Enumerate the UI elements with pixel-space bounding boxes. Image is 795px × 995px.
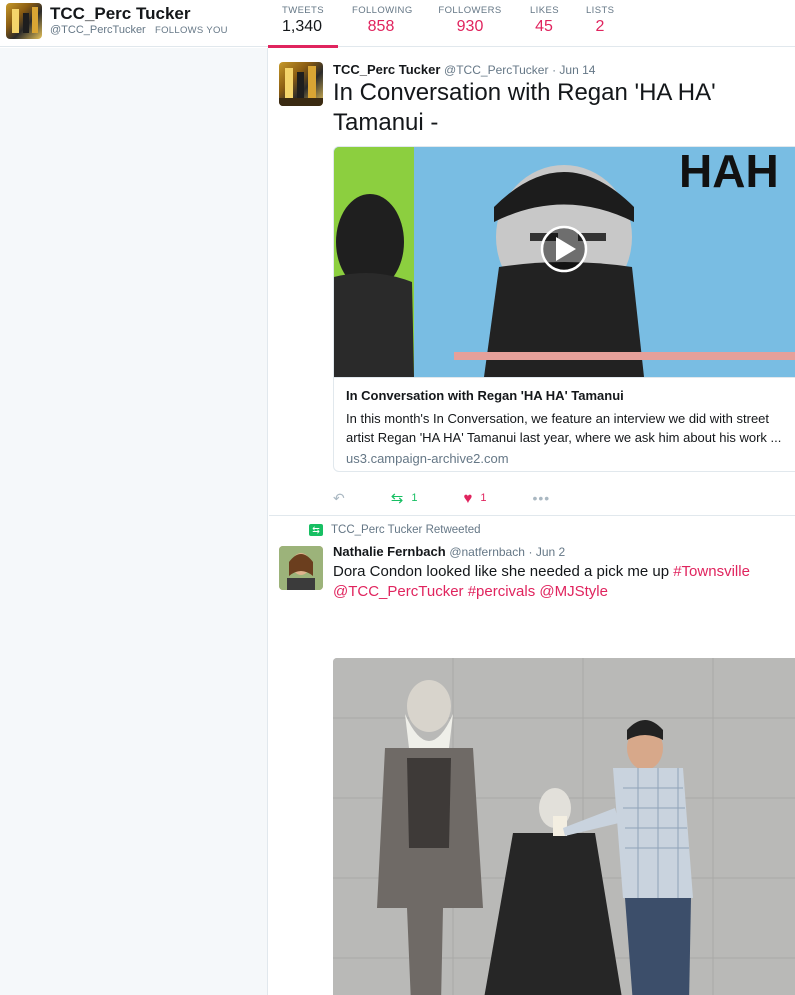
profile-header: TCC_Perc Tucker @TCC_PercTucker FOLLOWS … xyxy=(0,0,795,48)
stat-likes[interactable]: LIKES 45 xyxy=(516,0,572,47)
retweet-count: 1 xyxy=(411,492,418,504)
stat-likes-value: 45 xyxy=(535,18,553,35)
stat-lists-value: 2 xyxy=(595,18,605,35)
retweet-button[interactable]: ⇆ 1 xyxy=(391,489,418,507)
card-video-thumbnail[interactable]: HAH xyxy=(334,147,795,377)
stat-followers[interactable]: FOLLOWERS 930 xyxy=(424,0,516,47)
profile-handle: @TCC_PercTucker xyxy=(50,24,146,36)
stat-following[interactable]: FOLLOWING 858 xyxy=(338,0,424,47)
link-card[interactable]: HAH In Conversation with Regan 'HA HA' T… xyxy=(333,146,795,472)
tweet-meta: TCC_Perc Tucker @TCC_PercTucker · Jun 14 xyxy=(333,62,595,77)
follows-you-badge: FOLLOWS YOU xyxy=(155,25,228,36)
stat-followers-value: 930 xyxy=(456,18,484,35)
like-button[interactable]: ♥ 1 xyxy=(463,490,486,507)
profile-name[interactable]: TCC_Perc Tucker xyxy=(50,4,190,24)
stat-tweets-value: 1,340 xyxy=(282,18,323,35)
stat-lists[interactable]: LISTS 2 xyxy=(572,0,628,47)
reply-icon: ↶ xyxy=(333,489,345,506)
tweet-timeline: TCC_Perc Tucker @TCC_PercTucker · Jun 14… xyxy=(269,48,795,995)
mention-link[interactable]: @MJStyle xyxy=(539,583,608,600)
stat-lists-label: LISTS xyxy=(586,5,615,16)
tweet-text: Dora Condon looked like she needed a pic… xyxy=(333,562,783,602)
tweet-author-handle[interactable]: @natfernbach xyxy=(449,545,525,559)
hashtag-link[interactable]: #Townsville xyxy=(673,563,750,580)
retweet-context-icon: ⇆ xyxy=(309,524,323,536)
tweet-text-plain: Dora Condon looked like she needed a pic… xyxy=(333,563,674,580)
retweeted-context[interactable]: ⇆ TCC_Perc Tucker Retweeted xyxy=(309,524,481,536)
tweet[interactable]: TCC_Perc Tucker @TCC_PercTucker · Jun 14… xyxy=(269,48,795,516)
mention-link[interactable]: @TCC_PercTucker xyxy=(333,583,464,600)
stat-following-label: FOLLOWING xyxy=(352,5,413,16)
tweet-author-handle[interactable]: @TCC_PercTucker xyxy=(444,63,548,77)
tweet[interactable]: ⇆ TCC_Perc Tucker Retweeted Nathalie Fer… xyxy=(269,516,795,995)
hashtag-link[interactable]: #percivals xyxy=(468,583,536,600)
card-title: In Conversation with Regan 'HA HA' Taman… xyxy=(346,388,624,403)
profile-page: TCC_Perc Tucker @TCC_PercTucker FOLLOWS … xyxy=(0,0,795,995)
tweet-meta: Nathalie Fernbach @natfernbach · Jun 2 xyxy=(333,544,565,559)
reply-button[interactable]: ↶ xyxy=(333,490,345,507)
more-icon: ••• xyxy=(532,490,551,506)
left-sidebar xyxy=(0,48,268,995)
card-body[interactable]: In Conversation with Regan 'HA HA' Taman… xyxy=(334,377,795,471)
tweet-photo[interactable] xyxy=(333,658,795,995)
profile-avatar[interactable] xyxy=(6,3,42,39)
tweet-avatar[interactable] xyxy=(279,62,323,106)
tweet-author-name[interactable]: TCC_Perc Tucker xyxy=(333,62,440,77)
play-icon[interactable] xyxy=(540,225,588,273)
tweet-date[interactable]: · Jun 14 xyxy=(552,63,595,77)
stat-tweets-label: TWEETS xyxy=(282,5,324,16)
tweet-author-name[interactable]: Nathalie Fernbach xyxy=(333,544,446,559)
like-icon: ♥ xyxy=(463,489,473,507)
card-description: In this month's In Conversation, we feat… xyxy=(346,411,782,445)
profile-stats-nav: TWEETS 1,340 FOLLOWING 858 FOLLOWERS 930… xyxy=(268,0,628,48)
tweet-avatar[interactable] xyxy=(279,546,323,590)
retweeted-by-text: TCC_Perc Tucker Retweeted xyxy=(331,524,481,536)
tweet-actions: ↶ ⇆ 1 ♥ 1 ••• xyxy=(333,488,596,508)
card-url[interactable]: us3.campaign-archive2.com xyxy=(346,451,792,466)
tweet-date[interactable]: · Jun 2 xyxy=(529,545,566,559)
stat-following-value: 858 xyxy=(367,18,395,35)
card-image-text: HAH xyxy=(679,147,779,197)
like-count: 1 xyxy=(480,492,487,504)
stat-followers-label: FOLLOWERS xyxy=(438,5,502,16)
stat-likes-label: LIKES xyxy=(530,5,559,16)
stat-tweets[interactable]: TWEETS 1,340 xyxy=(268,0,338,48)
tweet-text: In Conversation with Regan 'HA HA' Taman… xyxy=(333,79,716,136)
retweet-icon: ⇆ xyxy=(390,490,404,507)
more-button[interactable]: ••• xyxy=(532,490,550,506)
